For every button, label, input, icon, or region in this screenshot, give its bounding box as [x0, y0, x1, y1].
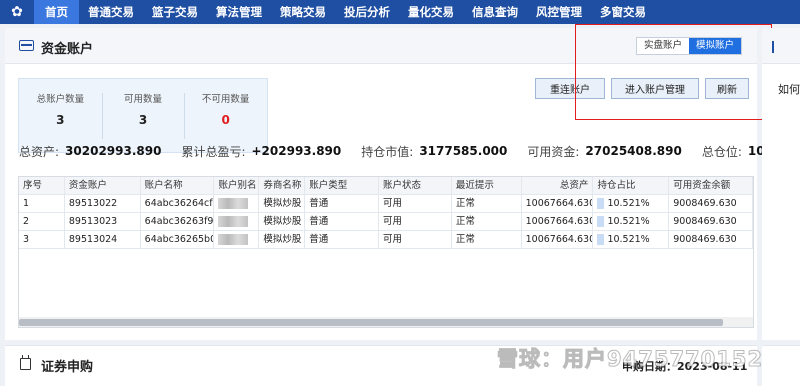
position-ratio-cell: 10.521% — [593, 231, 670, 248]
column-header[interactable]: 序号 — [19, 177, 65, 194]
stat-unavailable-accounts: 不可用数量 0 — [184, 79, 267, 152]
table-row[interactable]: 1 89513022 64abc36264cfa 模拟炒股 普通 可用 正常 10067664… — [19, 195, 753, 213]
cell-broker: 模拟炒股 — [259, 195, 306, 212]
summary-value: +202993.890 — [251, 144, 342, 158]
nav-item-strategy-trade[interactable]: 策略交易 — [271, 0, 335, 24]
nav-item-multi-window[interactable]: 多窗交易 — [591, 0, 655, 24]
cell-broker: 模拟炒股 — [259, 213, 306, 230]
nav-item-algo-management[interactable]: 算法管理 — [207, 0, 271, 24]
stat-label: 可用数量 — [124, 94, 163, 105]
cell-status: 可用 — [379, 231, 452, 248]
highlight-box — [575, 24, 772, 120]
right-panel: 如何 — [762, 28, 800, 340]
cell-tip: 正常 — [452, 231, 522, 248]
accounts-table: 序号 资金账户 账户名称 账户别名 券商名称 账户类型 账户状态 最近提示 总资… — [18, 176, 754, 328]
redacted-alias — [218, 234, 249, 245]
right-panel-bottom — [762, 345, 800, 386]
summary-value: 30202993.890 — [65, 144, 162, 158]
column-header[interactable]: 账户名称 — [141, 177, 215, 194]
nav-item-post-analysis[interactable]: 投后分析 — [335, 0, 399, 24]
account-alias-cell — [214, 213, 260, 230]
horizontal-scrollbar[interactable] — [19, 317, 753, 327]
stat-value: 3 — [56, 113, 65, 127]
column-header[interactable]: 最近提示 — [452, 177, 522, 194]
calendar-icon — [20, 355, 31, 370]
position-ratio-cell: 10.521% — [593, 195, 670, 212]
summary-label: 可用资金: — [527, 144, 580, 159]
column-header[interactable]: 可用资金余额 — [669, 177, 753, 194]
column-header[interactable]: 券商名称 — [259, 177, 306, 194]
column-header[interactable]: 资金账户 — [65, 177, 141, 194]
swirl-logo-icon[interactable]: ✿ — [0, 0, 34, 24]
cell-tip: 正常 — [452, 213, 522, 230]
cell-tip: 正常 — [452, 195, 522, 212]
cell-broker: 模拟炒股 — [259, 231, 306, 248]
cell-account: 89513023 — [65, 213, 141, 230]
nav-item-normal-trade[interactable]: 普通交易 — [79, 0, 143, 24]
scrollbar-thumb[interactable] — [19, 319, 723, 326]
ratio-text: 10.521% — [607, 234, 650, 245]
cell-avail: 9008469.630 — [669, 231, 753, 248]
stat-value: 3 — [138, 113, 148, 127]
cell-no: 2 — [19, 213, 65, 230]
cell-no: 3 — [19, 231, 65, 248]
summary-value: 27025408.890 — [585, 144, 682, 158]
redacted-alias — [218, 216, 249, 227]
nav-item-home[interactable]: 首页 — [34, 0, 79, 24]
cell-total: 10067664.630 — [522, 213, 594, 230]
column-header[interactable]: 账户类型 — [305, 177, 380, 194]
cell-name: 64abc36263f91 — [141, 213, 215, 230]
stat-available-accounts: 可用数量 3 — [101, 79, 185, 152]
cell-type: 普通 — [305, 231, 380, 248]
nav-item-risk-control[interactable]: 风控管理 — [527, 0, 591, 24]
redacted-alias — [218, 198, 249, 209]
summary-label: 总资产: — [19, 144, 60, 159]
column-header[interactable]: 总资产 — [522, 177, 594, 194]
account-alias-cell — [214, 195, 260, 212]
summary-label: 持仓市值: — [361, 144, 414, 159]
card-icon — [19, 40, 34, 51]
stat-label: 不可用数量 — [201, 94, 250, 105]
cell-account: 89513024 — [65, 231, 141, 248]
stat-total-accounts: 总账户数量 3 — [19, 79, 102, 152]
cell-avail: 9008469.630 — [669, 195, 753, 212]
cell-type: 普通 — [305, 195, 380, 212]
asset-summary: 总资产: 30202993.890 累计总盈亏: +202993.890 持仓市… — [19, 143, 800, 159]
stat-value: 0 — [221, 113, 230, 127]
stat-label: 总账户数量 — [36, 94, 85, 105]
nav-item-quant-trade[interactable]: 量化交易 — [399, 0, 463, 24]
watermark: 雪球：用户9475770152 — [496, 347, 764, 372]
position-ratio-cell: 10.521% — [593, 213, 670, 230]
cell-status: 可用 — [379, 213, 452, 230]
cell-account: 89513022 — [65, 195, 141, 212]
cell-no: 1 — [19, 195, 65, 212]
summary-value: 3177585.000 — [419, 144, 508, 158]
account-alias-cell — [214, 231, 260, 248]
cell-total: 10067664.630 — [522, 231, 594, 248]
ipo-panel-title: 证券申购 — [41, 360, 94, 375]
table-header-row: 序号 资金账户 账户名称 账户别名 券商名称 账户类型 账户状态 最近提示 总资… — [19, 177, 753, 195]
table-row[interactable]: 3 89513024 64abc36265b07 模拟炒股 普通 可用 正常 10067664… — [19, 231, 753, 249]
column-header[interactable]: 持仓占比 — [593, 177, 670, 194]
ratio-text: 10.521% — [607, 216, 650, 227]
summary-label: 累计总盈亏: — [181, 144, 246, 159]
nav-item-basket-trade[interactable]: 篮子交易 — [143, 0, 207, 24]
top-nav: ✿ 首页 普通交易 篮子交易 算法管理 策略交易 投后分析 量化交易 信息查询 … — [0, 0, 800, 24]
column-header[interactable]: 账户状态 — [379, 177, 452, 194]
header-marker — [772, 41, 774, 53]
summary-label: 总仓位: — [701, 144, 742, 159]
cell-name: 64abc36264cfa — [141, 195, 215, 212]
table-row[interactable]: 2 89513023 64abc36263f91 模拟炒股 普通 可用 正常 10067664… — [19, 213, 753, 231]
nav-item-info-query[interactable]: 信息查询 — [463, 0, 527, 24]
cell-type: 普通 — [305, 213, 380, 230]
right-panel-text[interactable]: 如何 — [778, 81, 800, 97]
ratio-text: 10.521% — [607, 198, 650, 209]
panel-title: 资金账户 — [41, 42, 94, 57]
right-panel-header — [762, 28, 800, 64]
cell-name: 64abc36265b07 — [141, 231, 215, 248]
column-header[interactable]: 账户别名 — [214, 177, 260, 194]
cell-total: 10067664.630 — [522, 195, 594, 212]
cell-status: 可用 — [379, 195, 452, 212]
cell-avail: 9008469.630 — [669, 213, 753, 230]
